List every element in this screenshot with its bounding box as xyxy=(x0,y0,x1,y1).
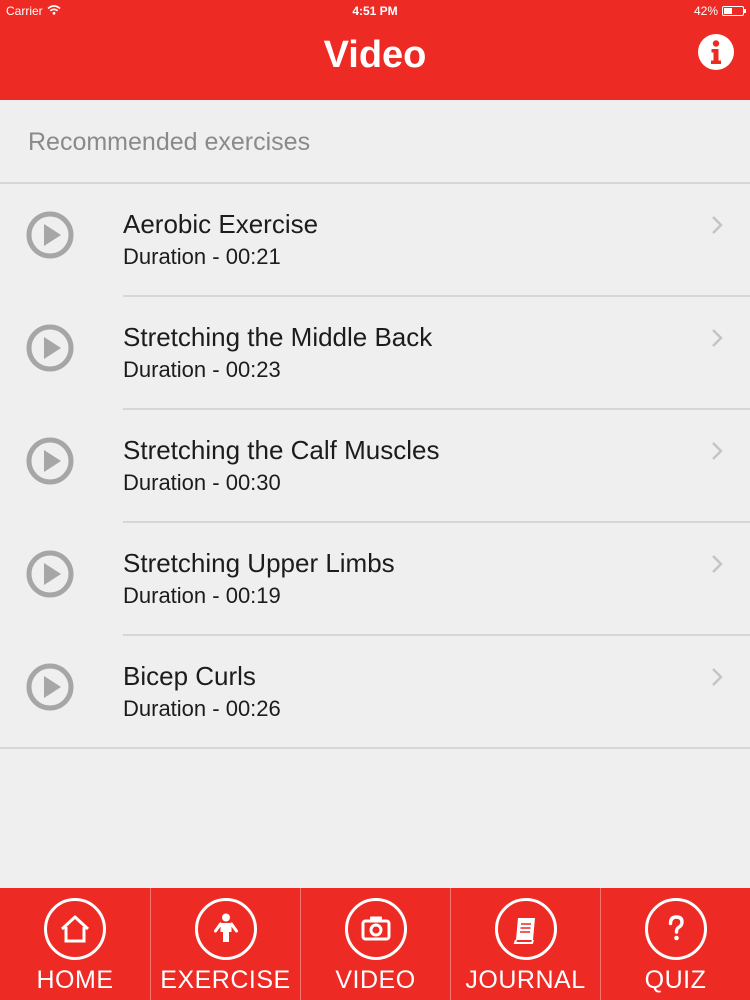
book-icon xyxy=(495,898,557,960)
section-header: Recommended exercises xyxy=(0,100,750,184)
camera-icon xyxy=(345,898,407,960)
person-icon xyxy=(195,898,257,960)
tab-bar: HOME EXERCISE VIDEO JOURNAL QUIZ xyxy=(0,888,750,1000)
nav-bar: Video xyxy=(0,22,750,100)
play-icon xyxy=(26,211,74,259)
play-icon xyxy=(26,437,74,485)
info-icon xyxy=(711,40,721,64)
question-icon xyxy=(645,898,707,960)
exercise-title: Stretching Upper Limbs xyxy=(123,548,395,578)
tab-label: JOURNAL xyxy=(465,966,586,994)
exercise-row[interactable]: Aerobic Exercise Duration - 00:21 xyxy=(0,184,750,297)
battery-icon xyxy=(722,6,746,16)
page-title: Video xyxy=(323,34,427,76)
chevron-right-icon xyxy=(712,329,723,347)
tab-label: VIDEO xyxy=(335,966,416,994)
exercise-duration: Duration - 00:21 xyxy=(123,244,281,269)
tab-home[interactable]: HOME xyxy=(0,888,150,1000)
exercise-duration: Duration - 00:19 xyxy=(123,583,281,608)
battery-percent: 42% xyxy=(693,4,718,18)
chevron-right-icon xyxy=(712,668,723,686)
tab-label: EXERCISE xyxy=(160,966,291,994)
chevron-right-icon xyxy=(712,442,723,460)
tab-label: QUIZ xyxy=(644,966,707,994)
exercise-list: Aerobic Exercise Duration - 00:21 Stretc… xyxy=(0,184,750,749)
play-icon xyxy=(26,324,74,372)
exercise-duration: Duration - 00:30 xyxy=(123,470,281,495)
tab-journal[interactable]: JOURNAL xyxy=(450,888,600,1000)
app-screen: Carrier 4:51 PM 42% Video Recommended ex… xyxy=(0,0,750,1000)
battery-level xyxy=(724,8,732,14)
info-button[interactable] xyxy=(698,34,734,70)
row-divider xyxy=(0,747,750,749)
home-icon xyxy=(44,898,106,960)
tab-label: HOME xyxy=(36,966,114,994)
chevron-right-icon xyxy=(712,216,723,234)
status-right: 42% xyxy=(693,4,746,18)
exercise-row[interactable]: Stretching the Calf Muscles Duration - 0… xyxy=(0,410,750,523)
play-icon xyxy=(26,663,74,711)
tab-video[interactable]: VIDEO xyxy=(300,888,450,1000)
tab-quiz[interactable]: QUIZ xyxy=(600,888,750,1000)
exercise-title: Bicep Curls xyxy=(123,661,256,691)
exercise-row[interactable]: Stretching Upper Limbs Duration - 00:19 xyxy=(0,523,750,636)
section-title: Recommended exercises xyxy=(28,128,311,156)
exercise-title: Stretching the Calf Muscles xyxy=(123,435,440,465)
status-bar: Carrier 4:51 PM 42% xyxy=(0,0,750,22)
exercise-row[interactable]: Bicep Curls Duration - 00:26 xyxy=(0,636,750,749)
tab-exercise[interactable]: EXERCISE xyxy=(150,888,300,1000)
play-icon xyxy=(26,550,74,598)
exercise-duration: Duration - 00:26 xyxy=(123,696,281,721)
exercise-title: Stretching the Middle Back xyxy=(123,322,433,352)
status-time: 4:51 PM xyxy=(352,4,398,18)
exercise-row[interactable]: Stretching the Middle Back Duration - 00… xyxy=(0,297,750,410)
exercise-duration: Duration - 00:23 xyxy=(123,357,281,382)
chevron-right-icon xyxy=(712,555,723,573)
exercise-title: Aerobic Exercise xyxy=(123,209,319,239)
